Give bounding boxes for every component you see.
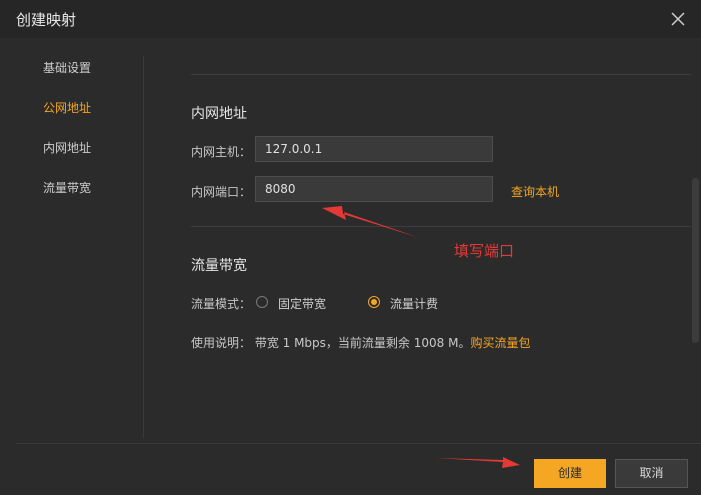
- arrow-to-create-button: [436, 457, 520, 468]
- arrow-to-port-input: [322, 206, 420, 238]
- annotation-arrows: [322, 206, 520, 468]
